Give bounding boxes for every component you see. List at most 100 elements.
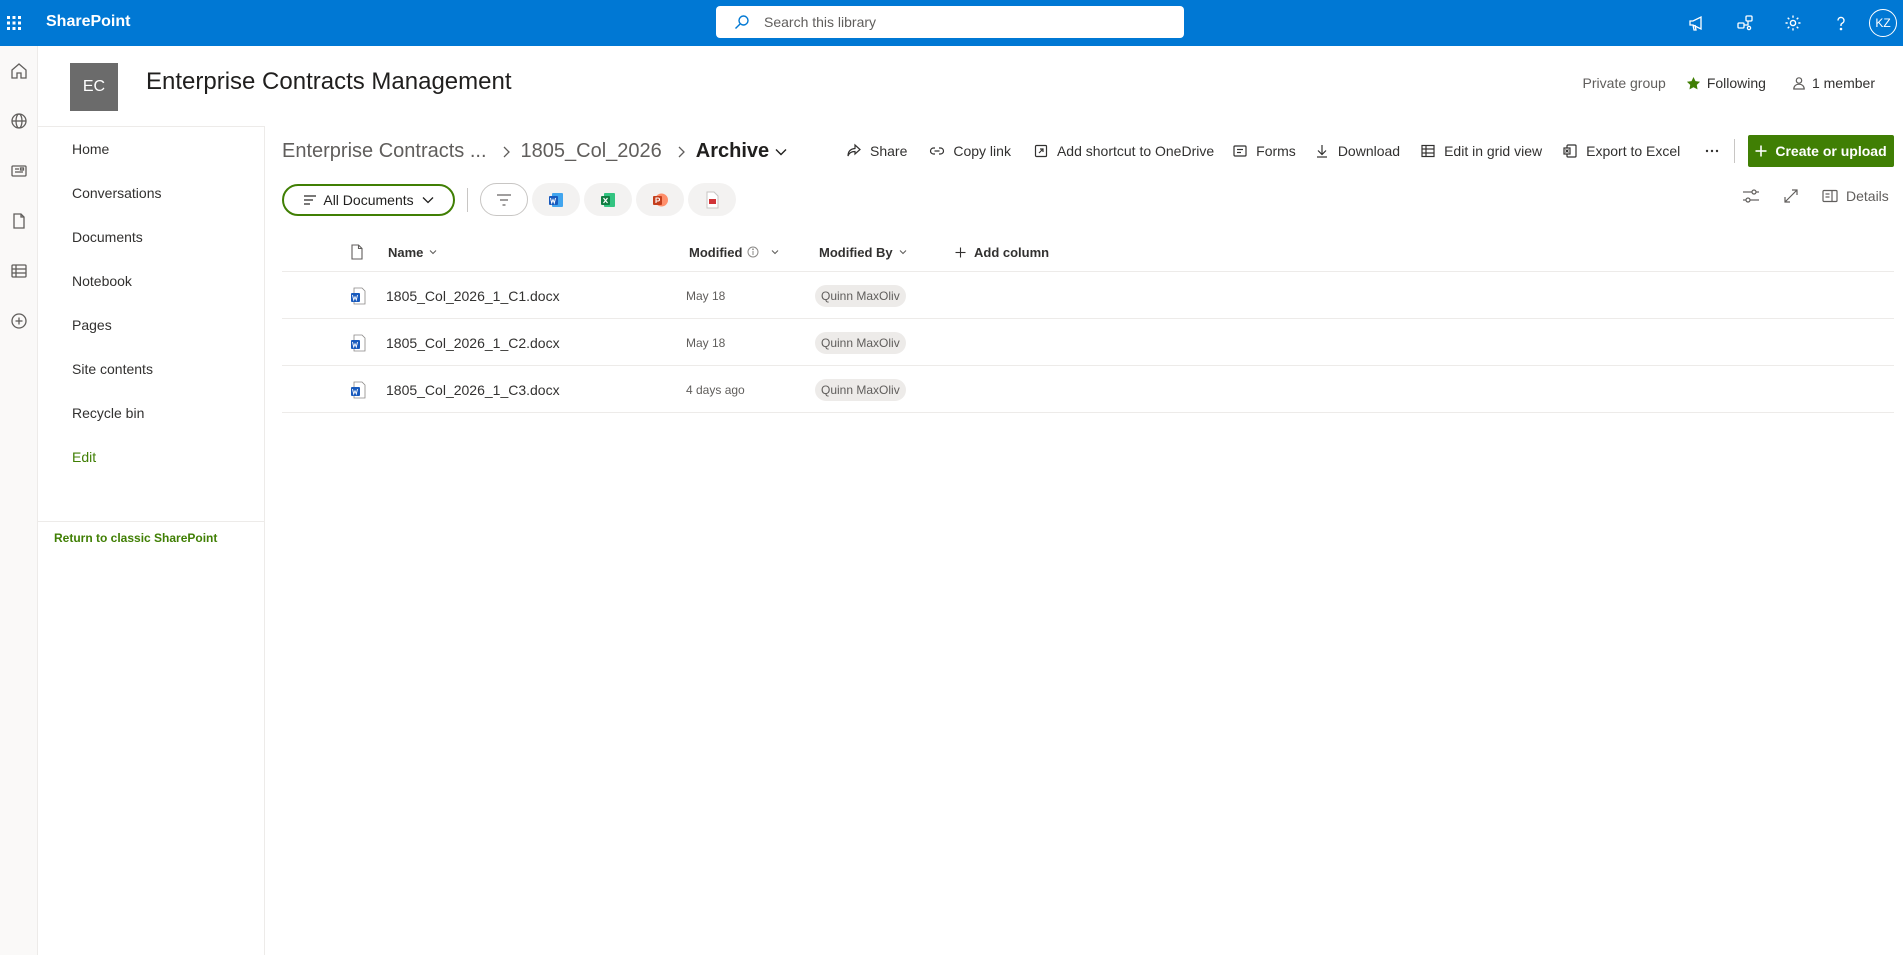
search-box[interactable] [716, 6, 1184, 38]
command-bar: Share Copy link Add shortcut to OneDrive… [846, 138, 1736, 164]
app-name[interactable]: SharePoint [46, 0, 130, 46]
site-logo[interactable]: EC [70, 63, 118, 111]
modified-by-persona[interactable]: Quinn MaxOliv [815, 331, 906, 354]
nav-item-pages[interactable]: Pages [72, 317, 112, 333]
chevron-down-icon[interactable] [775, 148, 787, 156]
word-file-icon [350, 366, 366, 413]
document-icon [350, 244, 364, 260]
list-header: Name Modified Modified By Add column [282, 232, 1894, 272]
copy-link-button[interactable]: Copy link [929, 143, 1011, 159]
nav-item-documents[interactable]: Documents [72, 229, 143, 245]
download-button[interactable]: Download [1314, 143, 1400, 159]
word-file-icon [350, 272, 366, 319]
file-name[interactable]: 1805_Col_2026_1_C1.docx [386, 272, 560, 319]
table-row[interactable]: 1805_Col_2026_1_C1.docx May 18 Quinn Max… [282, 272, 1894, 319]
file-type-column-header[interactable] [350, 232, 364, 272]
add-column-button[interactable]: Add column [955, 232, 1049, 272]
view-divider [467, 188, 468, 212]
file-name[interactable]: 1805_Col_2026_1_C2.docx [386, 319, 560, 366]
filter-chip[interactable] [480, 183, 528, 216]
site-title[interactable]: Enterprise Contracts Management [146, 68, 512, 96]
powerpoint-icon [651, 191, 669, 209]
table-row[interactable]: 1805_Col_2026_1_C2.docx May 18 Quinn Max… [282, 319, 1894, 366]
nav-item-site-contents[interactable]: Site contents [72, 361, 153, 377]
download-icon [1314, 143, 1330, 159]
search-input[interactable] [762, 13, 1142, 31]
modified-by-column-header[interactable]: Modified By [819, 232, 907, 272]
excel-filter-chip[interactable] [584, 183, 632, 216]
return-classic-link[interactable]: Return to classic SharePoint [54, 531, 217, 545]
table-row[interactable]: 1805_Col_2026_1_C3.docx 4 days ago Quinn… [282, 366, 1894, 413]
share-button[interactable]: Share [846, 143, 907, 159]
nav-divider [38, 521, 265, 522]
powerpoint-filter-chip[interactable] [636, 183, 684, 216]
nav-item-home[interactable]: Home [72, 141, 109, 157]
create-upload-button[interactable]: Create or upload [1748, 135, 1894, 167]
star-icon [1686, 76, 1701, 91]
forms-button[interactable]: Forms [1232, 143, 1296, 159]
word-filter-chip[interactable] [532, 183, 580, 216]
nav-item-notebook[interactable]: Notebook [72, 273, 132, 289]
news-icon[interactable] [0, 146, 38, 196]
file-name[interactable]: 1805_Col_2026_1_C3.docx [386, 366, 560, 413]
breadcrumb: Enterprise Contracts ... 1805_Col_2026 A… [282, 140, 787, 163]
view-list-icon [303, 194, 317, 206]
breadcrumb-current[interactable]: Archive [696, 140, 769, 163]
members-button[interactable]: 1 member [1792, 75, 1875, 91]
expand-icon[interactable] [1783, 188, 1799, 204]
app-bar [0, 46, 38, 955]
pdf-icon [704, 191, 720, 209]
excel-icon [599, 191, 617, 209]
megaphone-icon[interactable] [1673, 0, 1721, 46]
privacy-label: Private group [1582, 75, 1666, 91]
chevron-down-icon [429, 249, 437, 255]
file-modified: May 18 [686, 335, 726, 350]
breadcrumb-site[interactable]: Enterprise Contracts ... [282, 140, 487, 163]
chevron-down-icon [771, 249, 779, 255]
file-modified: 4 days ago [686, 382, 745, 397]
members-label: 1 member [1811, 75, 1875, 91]
edit-grid-button[interactable]: Edit in grid view [1420, 143, 1542, 159]
suite-bar: SharePoint KZ [0, 0, 1903, 46]
name-column-header[interactable]: Name [388, 232, 437, 272]
modified-by-persona[interactable]: Quinn MaxOliv [815, 378, 906, 401]
lists-icon[interactable] [0, 246, 38, 296]
app-launcher-icon[interactable] [0, 0, 28, 46]
files-icon[interactable] [0, 196, 38, 246]
view-selector[interactable]: All Documents [282, 184, 455, 216]
breadcrumb-folder[interactable]: 1805_Col_2026 [521, 140, 662, 163]
nav-item-conversations[interactable]: Conversations [72, 185, 162, 201]
add-shortcut-button[interactable]: Add shortcut to OneDrive [1033, 143, 1214, 159]
person-icon [1792, 76, 1806, 90]
pdf-filter-chip[interactable] [688, 183, 736, 216]
following-button[interactable]: Following [1686, 75, 1766, 91]
word-file-icon [350, 319, 366, 366]
share-network-icon[interactable] [1721, 0, 1769, 46]
user-avatar[interactable]: KZ [1869, 9, 1897, 37]
search-icon [734, 14, 750, 30]
help-icon[interactable] [1817, 0, 1865, 46]
details-button[interactable]: Details [1822, 188, 1889, 204]
more-icon[interactable] [1704, 143, 1720, 159]
excel-export-icon [1562, 143, 1578, 159]
view-options-icon[interactable] [1742, 188, 1760, 204]
modified-by-persona[interactable]: Quinn MaxOliv [815, 284, 906, 307]
modified-column-header[interactable]: Modified [689, 232, 779, 272]
left-navigation: Home Conversations Documents Notebook Pa… [38, 126, 265, 955]
details-icon [1822, 189, 1838, 203]
nav-edit-link[interactable]: Edit [72, 449, 96, 465]
shortcut-icon [1033, 143, 1049, 159]
home-icon[interactable] [0, 46, 38, 96]
export-excel-button[interactable]: Export to Excel [1562, 143, 1680, 159]
globe-icon[interactable] [0, 96, 38, 146]
gear-icon[interactable] [1769, 0, 1817, 46]
create-icon[interactable] [0, 296, 38, 346]
filter-icon [496, 193, 512, 207]
nav-item-recycle-bin[interactable]: Recycle bin [72, 405, 144, 421]
forms-icon [1232, 143, 1248, 159]
share-icon [846, 143, 862, 159]
grid-icon [1420, 143, 1436, 159]
link-icon [929, 143, 945, 159]
info-icon [747, 246, 759, 258]
chevron-down-icon [422, 196, 434, 204]
